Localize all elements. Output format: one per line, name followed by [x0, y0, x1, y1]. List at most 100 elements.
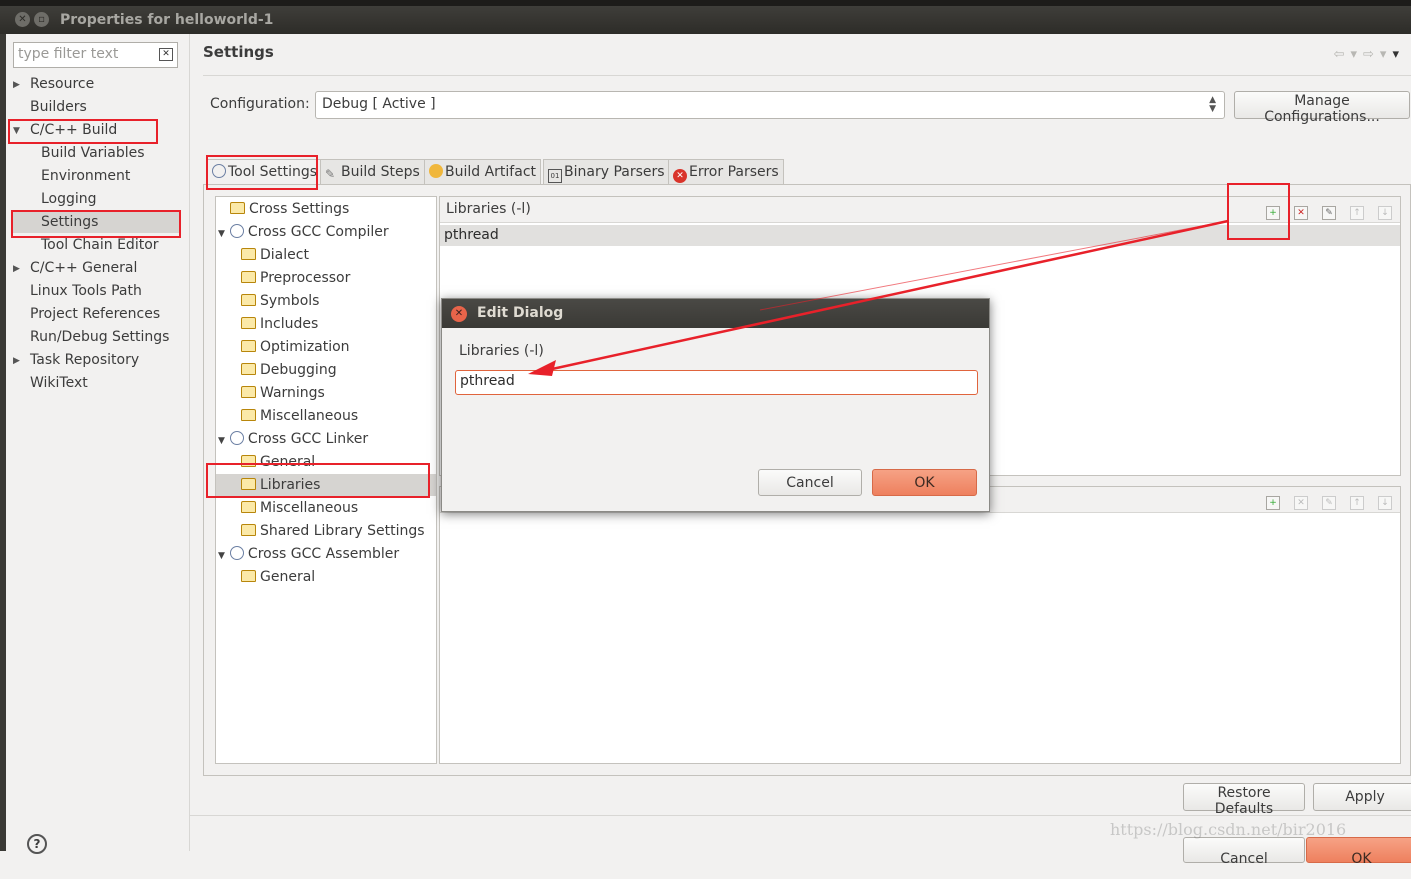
- page-title: Settings: [203, 43, 274, 61]
- binary-icon: 01: [548, 169, 562, 183]
- folder-icon: [241, 386, 256, 398]
- dialog-title-bar: ✕ Edit Dialog: [442, 299, 989, 328]
- sidebar-item-run-debug-settings[interactable]: Run/Debug Settings: [30, 326, 169, 348]
- sidebar-item-cpp-general[interactable]: C/C++ General: [30, 257, 137, 279]
- tab-binary-parsers[interactable]: 01 Binary Parsers: [543, 159, 670, 185]
- history-nav-icons[interactable]: ⇦▾⇨▾▾: [1334, 47, 1405, 62]
- sidebar-item-environment[interactable]: Environment: [41, 165, 130, 187]
- error-icon: ✕: [673, 169, 687, 183]
- tree-item-debugging[interactable]: Debugging: [241, 359, 337, 381]
- tree-item-dialect[interactable]: Dialect: [241, 244, 309, 266]
- annotation-box-tool-settings: [206, 155, 318, 190]
- ok-button[interactable]: OK: [1306, 837, 1411, 867]
- annotation-box-cpp-build: [8, 119, 158, 144]
- tree-item-cross-settings[interactable]: Cross Settings: [230, 198, 349, 220]
- tree-label: Warnings: [260, 385, 325, 401]
- close-icon[interactable]: ✕: [15, 12, 30, 27]
- tree-item-includes[interactable]: Includes: [241, 313, 318, 335]
- tab-build-artifact[interactable]: Build Artifact: [424, 159, 541, 185]
- tab-error-parsers[interactable]: ✕ Error Parsers: [668, 159, 784, 185]
- tree-label: Preprocessor: [260, 270, 351, 286]
- expand-icon[interactable]: ▶: [13, 80, 20, 90]
- sidebar-item-linux-tools-path[interactable]: Linux Tools Path: [30, 280, 142, 302]
- folder-icon: [241, 409, 256, 421]
- move-up-icon[interactable]: ↑: [1350, 206, 1364, 220]
- tree-item-general[interactable]: General: [241, 566, 315, 588]
- tab-label: Build Artifact: [445, 164, 536, 180]
- tree-item-shared-library-settings[interactable]: Shared Library Settings: [241, 520, 425, 542]
- folder-icon: [241, 294, 256, 306]
- clear-icon[interactable]: ✕: [159, 48, 173, 61]
- folder-icon: [241, 340, 256, 352]
- tab-label: Binary Parsers: [564, 164, 665, 180]
- library-input[interactable]: pthread: [455, 370, 978, 395]
- dialog-cancel-button[interactable]: Cancel: [758, 469, 862, 496]
- sidebar-item-project-references[interactable]: Project References: [30, 303, 160, 325]
- configuration-label: Configuration:: [210, 96, 310, 112]
- configuration-select[interactable]: Debug [ Active ] ▲ ▼: [315, 91, 1225, 119]
- expand-icon[interactable]: ▶: [13, 356, 20, 366]
- edit-icon[interactable]: ✎: [1322, 206, 1336, 220]
- tree-item-preprocessor[interactable]: Preprocessor: [241, 267, 350, 289]
- dialog-ok-button[interactable]: OK: [872, 469, 977, 496]
- gear-icon: [229, 431, 244, 445]
- sidebar-item-logging[interactable]: Logging: [41, 188, 97, 210]
- tree-label: Shared Library Settings: [260, 523, 425, 539]
- manage-configurations-button[interactable]: Manage Configurations...: [1234, 91, 1410, 125]
- folder-icon: [241, 317, 256, 329]
- window-title: Properties for helloworld-1: [60, 12, 274, 28]
- tree-item-symbols[interactable]: Symbols: [241, 290, 319, 312]
- hammer-icon: ✎: [325, 167, 336, 181]
- tab-build-steps[interactable]: ✎ Build Steps: [320, 159, 425, 185]
- tree-item-optimization[interactable]: Optimization: [241, 336, 350, 358]
- edit-dialog: ✕ Edit Dialog Libraries (-l) pthread Can…: [441, 298, 990, 512]
- cancel-button[interactable]: Cancel: [1183, 837, 1305, 867]
- tree-label: General: [260, 569, 316, 585]
- apply-button[interactable]: Apply: [1313, 783, 1411, 811]
- spinner-arrows-icon: ▲ ▼: [1209, 95, 1216, 114]
- maximize-icon[interactable]: ▫: [34, 12, 49, 27]
- move-up-icon[interactable]: ↑: [1350, 496, 1364, 510]
- move-down-icon[interactable]: ↓: [1378, 206, 1392, 220]
- tab-label: Build Steps: [341, 164, 420, 180]
- collapse-icon[interactable]: ▼: [218, 551, 225, 561]
- library-search-path-list: + ✕ ✎ ↑ ↓: [439, 486, 1401, 764]
- sidebar-item-build-variables[interactable]: Build Variables: [41, 142, 145, 164]
- delete-icon[interactable]: ✕: [1294, 206, 1308, 220]
- folder-icon: [241, 570, 256, 582]
- folder-icon: [241, 363, 256, 375]
- restore-defaults-button[interactable]: Restore Defaults: [1183, 783, 1305, 817]
- delete-icon[interactable]: ✕: [1294, 496, 1308, 510]
- folder-icon: [241, 524, 256, 536]
- close-icon[interactable]: ✕: [451, 306, 467, 322]
- window-title-bar: ✕ ▫ Properties for helloworld-1: [0, 0, 1411, 34]
- add-icon[interactable]: +: [1266, 496, 1280, 510]
- collapse-icon[interactable]: ▼: [218, 229, 225, 239]
- sidebar-item-resource[interactable]: Resource: [30, 73, 94, 95]
- help-icon[interactable]: ?: [27, 834, 47, 854]
- folder-icon: [230, 202, 245, 214]
- tree-item-miscellaneous[interactable]: Miscellaneous: [241, 497, 358, 519]
- tree-label: Cross GCC Linker: [247, 431, 369, 447]
- sidebar-item-wikitext[interactable]: WikiText: [30, 372, 88, 394]
- filter-input[interactable]: type filter text ✕: [13, 42, 178, 68]
- tree-item-miscellaneous[interactable]: Miscellaneous: [241, 405, 358, 427]
- dialog-label: Libraries (-l): [459, 343, 544, 359]
- tree-item-warnings[interactable]: Warnings: [241, 382, 325, 404]
- edit-icon[interactable]: ✎: [1322, 496, 1336, 510]
- artifact-icon: [429, 164, 443, 178]
- folder-icon: [241, 271, 256, 283]
- tree-item-cross-gcc-compiler[interactable]: ▼ Cross GCC Compiler: [218, 221, 389, 243]
- collapse-icon[interactable]: ▼: [218, 436, 225, 446]
- expand-icon[interactable]: ▶: [13, 264, 20, 274]
- dialog-title: Edit Dialog: [477, 305, 564, 321]
- window-edge: [0, 34, 6, 851]
- tree-label: Includes: [260, 316, 319, 332]
- sidebar-item-builders[interactable]: Builders: [30, 96, 87, 118]
- sidebar-item-task-repository[interactable]: Task Repository: [30, 349, 139, 371]
- move-down-icon[interactable]: ↓: [1378, 496, 1392, 510]
- annotation-box-settings: [11, 210, 181, 238]
- divider: [203, 75, 1411, 76]
- tree-item-cross-gcc-assembler[interactable]: ▼ Cross GCC Assembler: [218, 543, 399, 565]
- tree-item-cross-gcc-linker[interactable]: ▼ Cross GCC Linker: [218, 428, 368, 450]
